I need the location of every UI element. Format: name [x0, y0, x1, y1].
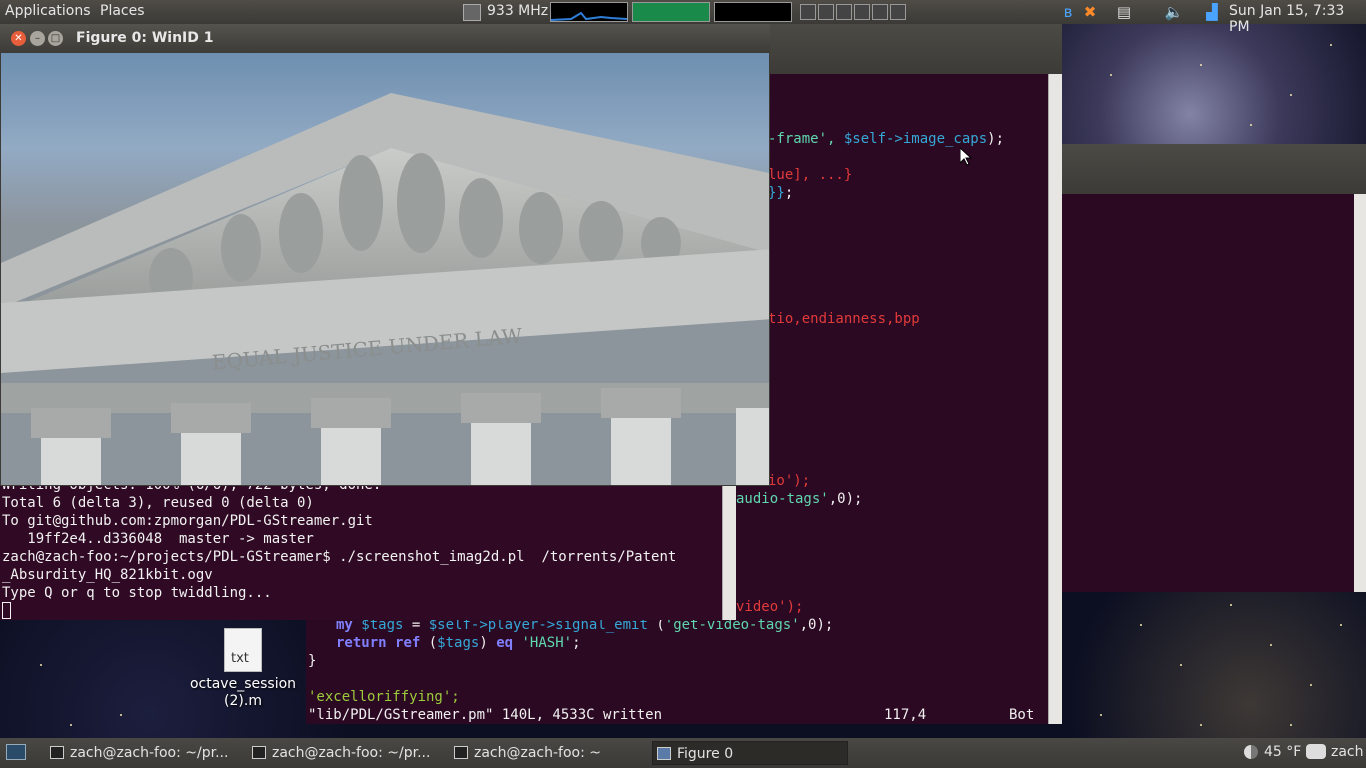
workspace-4-icon[interactable]: [854, 4, 870, 20]
right-window-titlebar[interactable]: [1062, 144, 1366, 194]
git-terminal-window[interactable]: Writing objects: 100% (6/6), 722 bytes, …: [0, 474, 736, 620]
minimize-icon[interactable]: –: [30, 31, 45, 46]
supreme-court-pediment-image: EQUAL JUSTICE UNDER LAW: [1, 93, 769, 485]
terminal-line: To git@github.com:zpmorgan/PDL-GStreamer…: [2, 513, 373, 529]
terminal-scrollbar[interactable]: [722, 474, 736, 620]
taskbar-item-terminal-1[interactable]: zach@zach-foo: ~/pr...: [46, 741, 242, 765]
volume-icon[interactable]: 🔈: [1164, 2, 1184, 22]
right-window-scrollbar[interactable]: [1354, 194, 1366, 592]
taskbar-item-figure[interactable]: Figure 0: [652, 741, 848, 765]
vim-scrollbar[interactable]: [1048, 74, 1062, 724]
terminal-line: _Absurdity_HQ_821kbit.ogv: [2, 567, 213, 583]
weather-icon[interactable]: [1244, 745, 1258, 759]
taskbar-item-terminal-2[interactable]: zach@zach-foo: ~/pr...: [248, 741, 444, 765]
vim-line: tio,endianness,bpp: [768, 311, 920, 327]
workspace-6-icon[interactable]: [890, 4, 906, 20]
maximize-icon[interactable]: □: [48, 31, 63, 46]
workspace-2-icon[interactable]: [818, 4, 834, 20]
cpu-frequency[interactable]: 933 MHz: [487, 3, 548, 19]
vim-line: lue], ...}: [768, 167, 853, 183]
close-icon[interactable]: ✕: [11, 31, 26, 46]
network-signal-icon[interactable]: ▟: [1202, 2, 1222, 22]
bottom-panel: zach@zach-foo: ~/pr... zach@zach-foo: ~/…: [0, 738, 1366, 768]
right-terminal-window: [1062, 144, 1366, 592]
cpu-chip-icon: [463, 4, 481, 21]
terminal-line: zach@zach-foo:~/projects/PDL-GStreamer$ …: [2, 549, 677, 565]
vim-line: audio-tags',0);: [736, 491, 863, 507]
taskbar-item-terminal-3[interactable]: zach@zach-foo: ~: [450, 741, 646, 765]
bluetooth-icon[interactable]: ʙ: [1058, 2, 1078, 22]
mouse-pointer-icon: [960, 148, 972, 166]
vim-line: }: [308, 653, 317, 669]
terminal-icon: [454, 746, 468, 759]
taskbar-item-label: Figure 0: [677, 746, 734, 762]
video-frame-image: EQUAL JUSTICE UNDER LAW: [1, 53, 769, 485]
clipboard-icon[interactable]: ▤: [1114, 2, 1134, 22]
top-panel: Applications Places 933 MHz ʙ ✖ ▤ 🔈 ▟ Su…: [0, 0, 1366, 35]
user-name[interactable]: zach: [1331, 744, 1364, 760]
terminal-line: Total 6 (delta 3), reused 0 (delta 0): [2, 495, 314, 511]
vim-status-file: "lib/PDL/GStreamer.pm" 140L, 4533C writt…: [308, 707, 663, 723]
show-desktop-icon[interactable]: [6, 744, 26, 760]
memory-monitor-graph[interactable]: [632, 2, 710, 22]
chat-icon[interactable]: ✖: [1080, 2, 1100, 22]
cpu-graph-icon: [550, 11, 628, 21]
file-type-badge: txt: [231, 651, 249, 666]
figure-window-titlebar[interactable]: ✕ – □ Figure 0: WinID 1: [0, 24, 770, 53]
network-monitor-graph[interactable]: [714, 2, 792, 22]
terminal-line: Type Q or q to stop twiddling...: [2, 585, 272, 601]
vim-line: 'excelloriffying';: [308, 689, 460, 705]
figure-window: ✕ – □ Figure 0: WinID 1 EQUAL JUSTICE UN…: [0, 24, 770, 486]
window-icon: [657, 747, 671, 760]
menu-places[interactable]: Places: [100, 3, 145, 19]
text-file-icon[interactable]: txt: [224, 628, 262, 672]
workspace-5-icon[interactable]: [872, 4, 888, 20]
figure-window-title: Figure 0: WinID 1: [76, 30, 214, 46]
workspace-3-icon[interactable]: [836, 4, 852, 20]
terminal-icon: [252, 746, 266, 759]
terminal-cursor: [2, 602, 11, 619]
terminal-icon: [50, 746, 64, 759]
cpu-monitor-graph[interactable]: [550, 2, 628, 22]
vim-line: video');: [736, 599, 804, 615]
vim-line: io');: [768, 473, 811, 489]
menu-applications[interactable]: Applications: [5, 3, 91, 19]
workspace-1-icon[interactable]: [800, 4, 816, 20]
weather-temperature[interactable]: 45 °F: [1264, 744, 1301, 760]
vim-status-scroll: Bot: [1009, 707, 1035, 723]
vim-line: }};: [768, 185, 794, 201]
desktop-icon-label[interactable]: octave_session (2).m: [176, 676, 310, 710]
vim-line: -frame', $self->image_caps);: [768, 131, 1005, 147]
vim-line: return ref ($tags) eq 'HASH';: [336, 635, 581, 651]
chat-bubble-icon[interactable]: [1306, 744, 1326, 759]
taskbar-item-label: zach@zach-foo: ~: [474, 745, 602, 761]
taskbar-item-label: zach@zach-foo: ~/pr...: [272, 745, 431, 761]
clock[interactable]: Sun Jan 15, 7:33 PM: [1229, 3, 1366, 35]
taskbar-item-label: zach@zach-foo: ~/pr...: [70, 745, 229, 761]
vim-status-position: 117,4: [884, 707, 927, 723]
terminal-line: 19ff2e4..d336048 master -> master: [2, 531, 314, 547]
